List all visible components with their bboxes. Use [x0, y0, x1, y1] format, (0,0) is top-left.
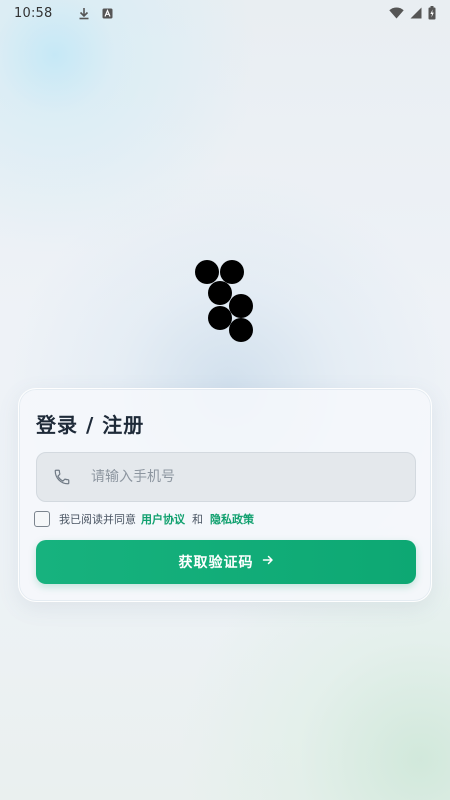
status-right	[389, 6, 436, 20]
status-bar: 10:58	[0, 0, 450, 26]
user-agreement-link[interactable]: 用户协议	[141, 511, 185, 527]
agreement-row: 我已阅读并同意 用户协议 和 隐私政策	[34, 511, 259, 527]
wifi-icon	[389, 7, 404, 19]
app-a-icon	[102, 8, 113, 19]
app-logo	[194, 258, 256, 344]
get-verification-code-button[interactable]: 获取验证码	[36, 540, 416, 584]
page-title: 登录 / 注册	[36, 413, 145, 437]
agree-prefix-text: 我已阅读并同意	[59, 513, 136, 526]
download-icon	[78, 7, 90, 20]
cellular-signal-icon	[410, 7, 422, 19]
phone-input[interactable]	[91, 469, 351, 485]
privacy-policy-link[interactable]: 隐私政策	[210, 511, 254, 527]
status-left: 10:58	[14, 6, 113, 21]
battery-charging-icon	[428, 6, 436, 20]
phone-field[interactable]	[36, 452, 416, 502]
agree-checkbox[interactable]	[34, 511, 50, 527]
status-time: 10:58	[14, 5, 53, 21]
arrow-right-icon	[262, 554, 274, 570]
black-dot-cluster-logo-icon	[195, 260, 253, 342]
phone-icon	[53, 468, 71, 486]
login-card: 登录 / 注册 我已阅读并同意 用户协议 和 隐私政策 获取验证码	[18, 388, 432, 602]
agree-and-text: 和	[192, 513, 203, 526]
submit-button-label: 获取验证码	[178, 555, 254, 571]
